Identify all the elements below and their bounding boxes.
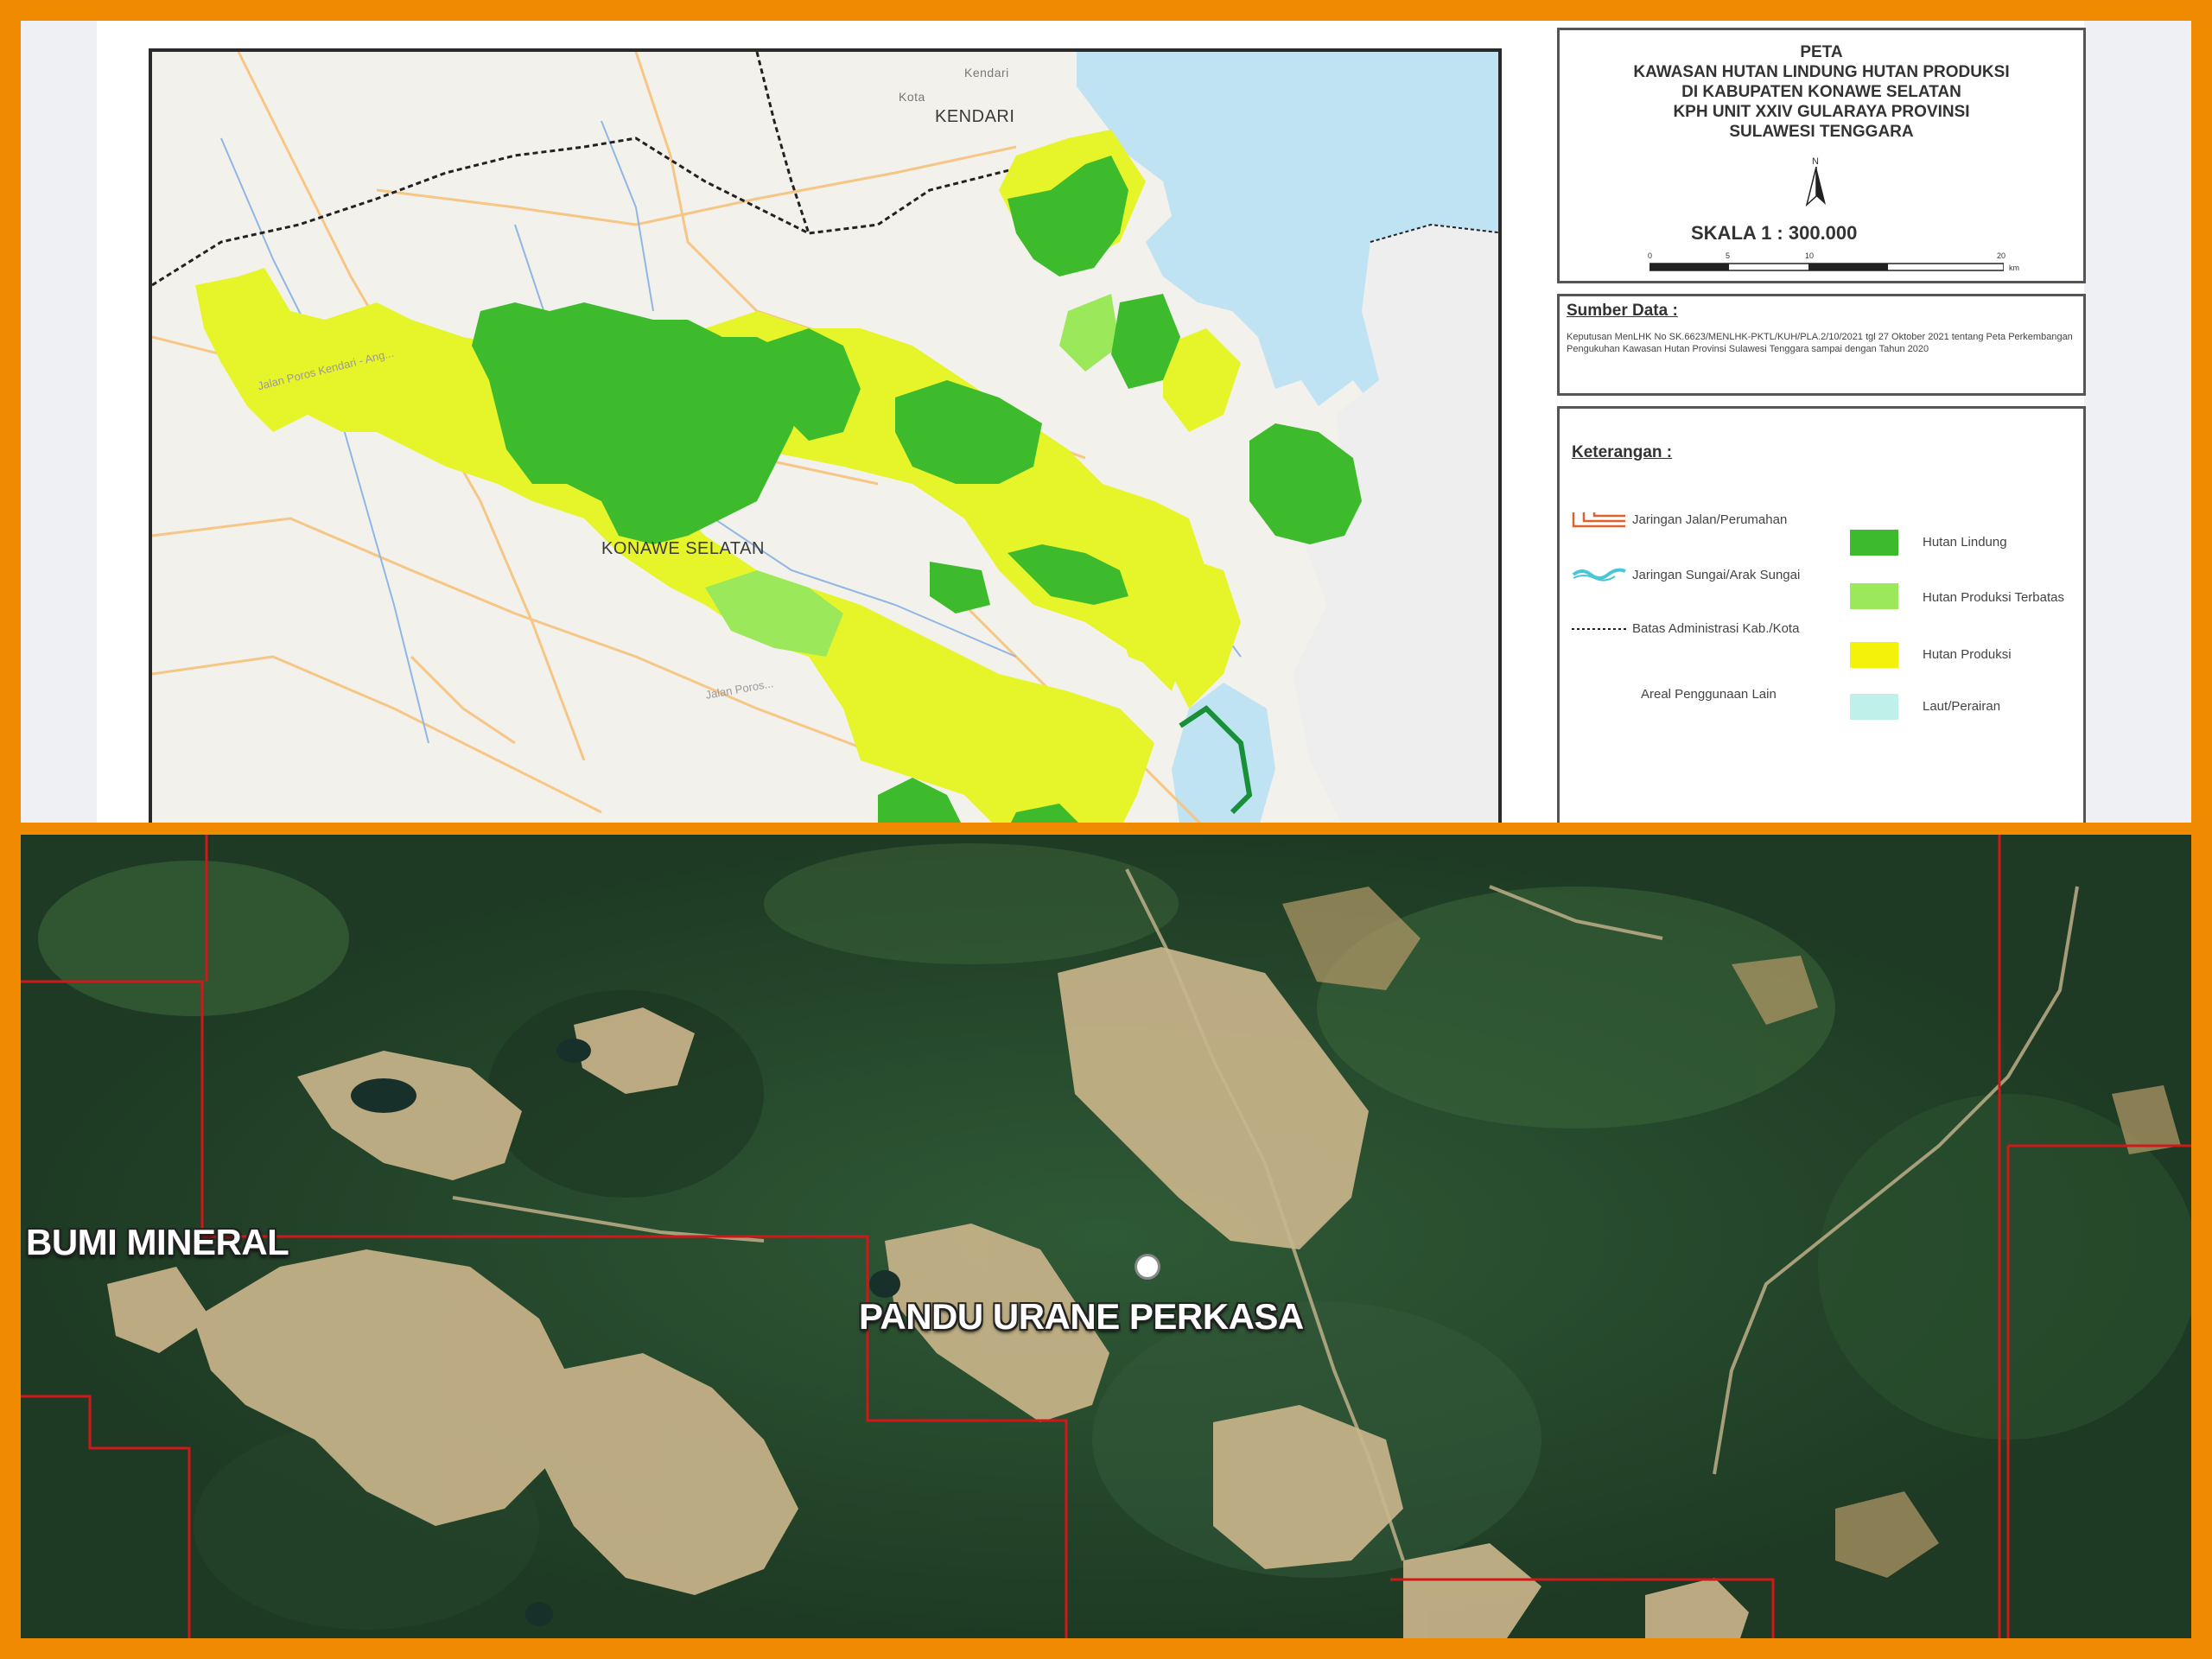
source-box: Sumber Data : Keputusan MenLHK No SK.662… bbox=[1557, 294, 2086, 396]
title-line: SULAWESI TENGGARA bbox=[1729, 123, 1914, 141]
map-label-kendari: KENDARI bbox=[935, 107, 1015, 126]
satellite-imagery bbox=[21, 835, 2191, 1638]
river-network-icon bbox=[1572, 568, 1626, 582]
legend-label: Jaringan Sungai/Arak Sungai bbox=[1632, 568, 1801, 582]
legend-swatch-laut-perairan bbox=[1850, 694, 1898, 720]
title-line: DI KABUPATEN KONAWE SELATAN bbox=[1681, 83, 1961, 101]
map-label-kendari-small: Kendari bbox=[964, 66, 1009, 79]
map-title: PETA KAWASAN HUTAN LINDUNG HUTAN PRODUKS… bbox=[1560, 42, 2083, 142]
scale-tick: 0 bbox=[1648, 251, 1653, 260]
north-label: N bbox=[1812, 156, 1819, 167]
top-panel-forest-map: KENDARI Kendari Kota KONAWE SELATAN Jala… bbox=[21, 21, 2191, 823]
map-label-kota: Kota bbox=[899, 90, 925, 104]
legend-swatch-hutan-produksi-terbatas bbox=[1850, 583, 1898, 609]
legend-swatch-hutan-lindung bbox=[1850, 530, 1898, 556]
concession-label-pandu-urane-perkasa: PANDU URANE PERKASA bbox=[859, 1296, 1304, 1337]
map-label-konawe-selatan: KONAWE SELATAN bbox=[601, 539, 765, 558]
map-frame[interactable]: KENDARI Kendari Kota KONAWE SELATAN Jala… bbox=[149, 48, 1502, 823]
bottom-panel-satellite-map[interactable]: BUMI MINERAL PANDU URANE PERKASA bbox=[21, 835, 2191, 1638]
road-network-icon bbox=[1572, 512, 1625, 528]
scale-tick: 5 bbox=[1726, 251, 1731, 260]
concession-label-bumi-mineral: BUMI MINERAL bbox=[26, 1222, 289, 1262]
source-title: Sumber Data : bbox=[1567, 302, 1678, 320]
scale-tick: 10 bbox=[1805, 251, 1815, 260]
north-arrow-icon bbox=[1805, 167, 1826, 207]
scale-unit: km bbox=[2009, 264, 2019, 272]
legend-box: Keterangan : Jaringan Jalan/Perumahan Ja… bbox=[1557, 406, 2086, 823]
scale-tick: 20 bbox=[1997, 251, 2006, 260]
title-line: PETA bbox=[1800, 43, 1843, 61]
title-line: KAWASAN HUTAN LINDUNG HUTAN PRODUKSI bbox=[1633, 63, 2010, 81]
admin-boundary-icon bbox=[1572, 628, 1627, 630]
legend-title: Keterangan : bbox=[1572, 443, 1673, 461]
legend-label: Laut/Perairan bbox=[1923, 699, 2001, 714]
legend-label: Hutan Produksi bbox=[1923, 647, 2012, 662]
map-title-box: PETA KAWASAN HUTAN LINDUNG HUTAN PRODUKS… bbox=[1557, 28, 2086, 283]
forest-map-canvas bbox=[152, 52, 1498, 823]
source-text: Keputusan MenLHK No SK.6623/MENLHK-PKTL/… bbox=[1567, 332, 2073, 354]
legend-label: Hutan Lindung bbox=[1923, 535, 2007, 550]
location-marker-icon[interactable] bbox=[1137, 1256, 1158, 1277]
legend-label: Jaringan Jalan/Perumahan bbox=[1632, 512, 1788, 527]
legend-swatch-hutan-produksi bbox=[1850, 642, 1898, 668]
title-line: KPH UNIT XXIV GULARAYA PROVINSI bbox=[1673, 103, 1970, 121]
legend-label: Hutan Produksi Terbatas bbox=[1923, 590, 2064, 605]
legend-label: Batas Administrasi Kab./Kota bbox=[1632, 621, 1800, 636]
scale-bar-icon bbox=[1649, 263, 2004, 271]
legend-label: Areal Penggunaan Lain bbox=[1641, 687, 1777, 702]
scale-text: SKALA 1 : 300.000 bbox=[1691, 222, 1858, 244]
